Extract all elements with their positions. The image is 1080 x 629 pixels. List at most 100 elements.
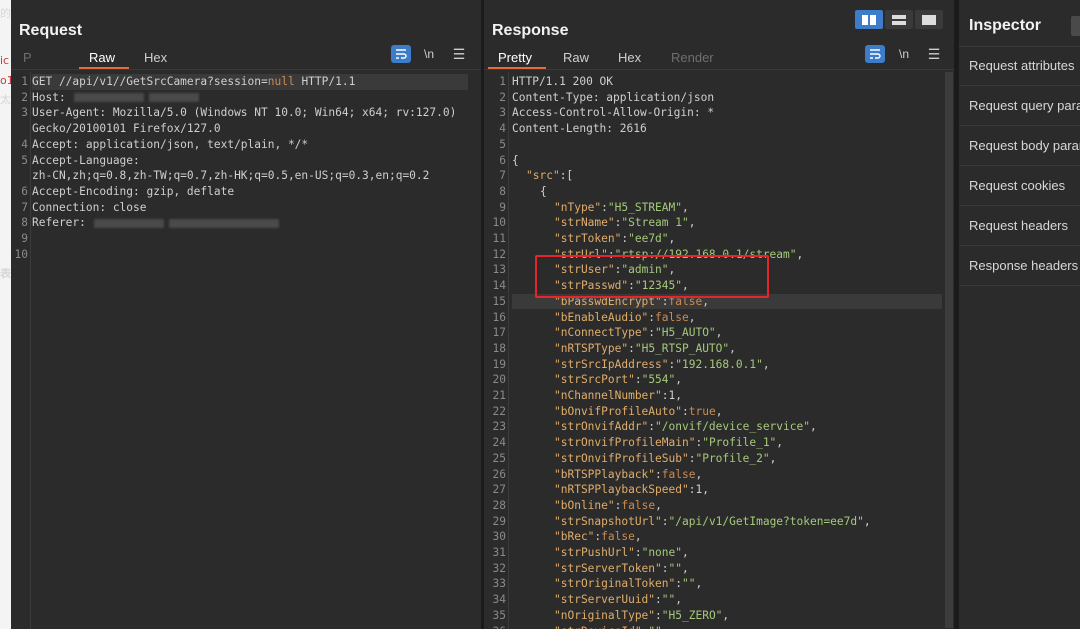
- json-field-line: "strServerToken":"",: [554, 561, 689, 577]
- json-punct: ,: [682, 200, 689, 214]
- json-field-line: "bOnline":false,: [554, 498, 662, 514]
- json-value: false: [661, 467, 696, 481]
- json-key: "strOriginalToken": [554, 577, 676, 591]
- json-punct: :: [634, 373, 642, 387]
- json-punct: :: [675, 577, 682, 591]
- tab-raw[interactable]: Raw: [89, 50, 115, 65]
- json-field-line: "nRTSPPlaybackSpeed":1,: [554, 482, 709, 498]
- json-field-line: "strOnvifProfileSub":"Profile_2",: [554, 451, 776, 467]
- line-number: 5: [499, 137, 506, 151]
- json-key: "bEnableAudio": [554, 310, 649, 324]
- json-key: "strSnapshotUrl": [554, 514, 662, 528]
- json-value: "H5_ZERO": [661, 608, 723, 622]
- json-value: "": [668, 561, 683, 575]
- json-punct: {: [540, 184, 547, 198]
- line-number: 35: [492, 608, 506, 622]
- request-title: Request: [19, 22, 83, 39]
- inspector-item-request-body-parameters[interactable]: Request body parameters: [959, 126, 1080, 166]
- json-punct: :: [661, 514, 669, 528]
- line-number: 28: [492, 498, 506, 512]
- request-line-text: HTTP/1.1: [294, 75, 356, 88]
- response-pane: Response Pretty Raw Hex Render \n ☰ 1 HTT…: [484, 0, 954, 629]
- json-field-line: "strSrcIpAddress":"192.168.0.1",: [554, 357, 770, 373]
- response-editor[interactable]: 1 HTTP/1.1 200 OK 2 Content-Type: applicati…: [484, 72, 954, 629]
- menu-icon[interactable]: ☰: [449, 45, 469, 63]
- code-line: Connection: close: [32, 200, 147, 216]
- code-line: Referer:: [32, 215, 284, 231]
- tab-pretty[interactable]: P: [23, 50, 32, 65]
- json-punct: ,: [796, 247, 804, 261]
- line-number: 30: [492, 530, 506, 544]
- show-newlines-button[interactable]: \n: [419, 45, 439, 63]
- json-value: "Profile_2": [695, 451, 770, 465]
- wrap-lines-icon: [870, 49, 881, 59]
- json-value: "Stream 1": [621, 216, 689, 230]
- layout-side-by-side-button[interactable]: [855, 10, 883, 29]
- line-number: 6: [21, 184, 28, 198]
- json-field-line: "bEnableAudio":false,: [554, 310, 695, 326]
- json-punct: ,: [675, 389, 683, 402]
- line-number: 2: [499, 90, 506, 104]
- json-punct: ,: [688, 216, 696, 230]
- tab-render[interactable]: Render: [671, 50, 714, 65]
- json-value: false: [601, 530, 635, 544]
- line-number: 21: [492, 389, 506, 402]
- line-number: 34: [492, 593, 506, 607]
- line-number: 8: [499, 184, 506, 198]
- inspector-settings-icon[interactable]: [1071, 16, 1080, 36]
- json-punct: ,: [668, 232, 676, 245]
- response-header-line: Access-Control-Allow-Origin: *: [512, 105, 714, 121]
- line-number: 23: [492, 420, 506, 434]
- strip-char: o1: [0, 75, 11, 87]
- json-value: false: [655, 310, 689, 324]
- json-punct: Content-Length: 2616: [512, 122, 647, 136]
- header-text: User-Agent: Mozilla/5.0 (Windows NT 10.0…: [32, 106, 457, 120]
- json-value: "554": [641, 373, 676, 387]
- json-field-line: "strOnvifAddr":"/onvif/device_service",: [554, 419, 817, 435]
- json-key: "strDeviceId": [554, 625, 642, 629]
- inspector-item-request-headers[interactable]: Request headers: [959, 206, 1080, 246]
- inspector-item-response-headers[interactable]: Response headers: [959, 246, 1080, 286]
- code-line: Gecko/20100101 Firefox/127.0: [32, 121, 221, 137]
- layout-single-button[interactable]: [915, 10, 943, 29]
- header-text: Accept-Language:: [32, 153, 140, 167]
- json-punct: ,: [682, 561, 689, 575]
- header-text: Accept: application/json, text/plain, */…: [32, 137, 309, 151]
- inspector-item-request-cookies[interactable]: Request cookies: [959, 166, 1080, 206]
- line-number: 26: [492, 467, 506, 481]
- json-punct: :: [661, 561, 669, 575]
- header-text: Connection: close: [32, 200, 147, 214]
- wrap-lines-button[interactable]: [865, 45, 885, 63]
- wrap-lines-icon: [396, 49, 407, 59]
- wrap-lines-button[interactable]: [391, 45, 411, 63]
- scrollbar-thumb[interactable]: [945, 72, 953, 628]
- header-text: Referer:: [32, 216, 86, 230]
- json-punct: ,: [769, 451, 777, 465]
- code-line: User-Agent: Mozilla/5.0 (Windows NT 10.0…: [32, 105, 456, 121]
- json-punct: :: [655, 593, 662, 607]
- layout-stacked-button[interactable]: [885, 10, 913, 29]
- json-punct: ,: [675, 373, 683, 387]
- menu-icon[interactable]: ☰: [924, 45, 944, 63]
- tab-divider: [11, 69, 481, 70]
- tab-pretty[interactable]: Pretty: [498, 50, 532, 65]
- json-value: "": [661, 593, 676, 607]
- json-punct: ,: [762, 357, 770, 371]
- show-newlines-button[interactable]: \n: [894, 45, 914, 63]
- line-number: 4: [499, 122, 506, 136]
- json-field-line: "strOriginalToken":"",: [554, 576, 702, 592]
- inspector-item-request-attributes[interactable]: Request attributes: [959, 46, 1080, 86]
- json-key: "strOnvifAddr": [554, 420, 649, 434]
- request-editor[interactable]: 1 GET //api/v1//GetSrcCamera?session=null…: [11, 72, 481, 629]
- strip-char: ic: [0, 55, 10, 67]
- tab-raw[interactable]: Raw: [563, 50, 589, 65]
- strip-char: 的: [0, 8, 11, 20]
- code-line: Accept-Encoding: gzip, deflate: [32, 184, 234, 200]
- line-number: 31: [492, 546, 506, 559]
- vertical-scrollbar[interactable]: [944, 72, 954, 628]
- json-punct: :: [655, 467, 662, 481]
- inspector-item-request-query-parameters[interactable]: Request query parameters: [959, 86, 1080, 126]
- tab-hex[interactable]: Hex: [144, 50, 167, 65]
- line-number: 25: [492, 451, 506, 465]
- tab-hex[interactable]: Hex: [618, 50, 641, 65]
